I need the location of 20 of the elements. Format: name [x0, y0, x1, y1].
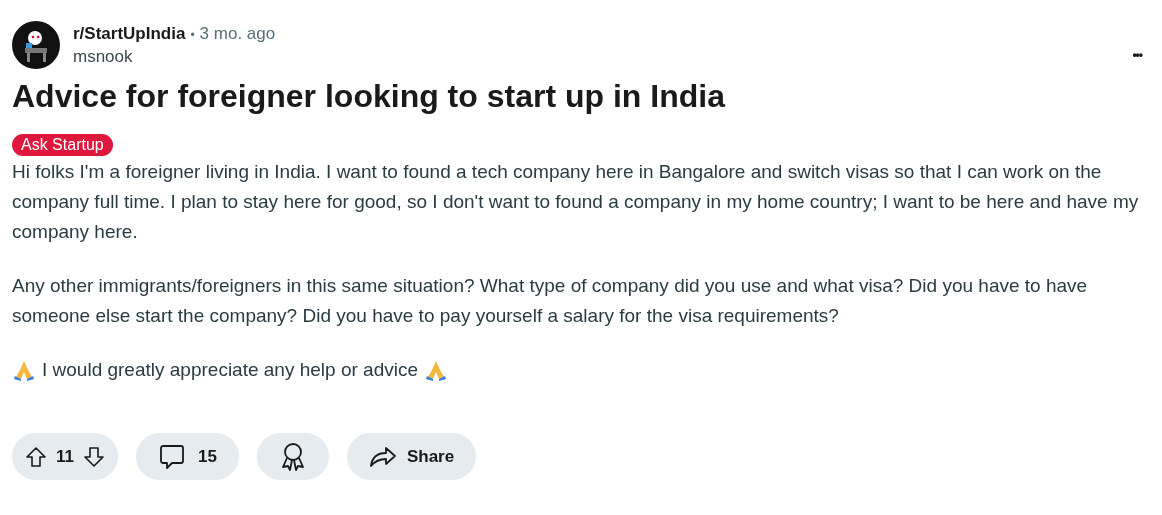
more-options-button[interactable]: •••: [1132, 46, 1142, 64]
author-link[interactable]: msnook: [73, 45, 133, 68]
subreddit-link[interactable]: r/StartUpIndia: [73, 22, 186, 45]
body-paragraph: I would greatly appreciate any help or advice: [42, 358, 418, 382]
award-button[interactable]: [256, 433, 329, 480]
avatar-icon[interactable]: [12, 21, 60, 69]
body-paragraph: Any other immigrants/foreigners in this same situation? What type of company did you use and what visa? Did you have to have someone else start the company? Did you have to pay yourself a salary for the visa requirements?: [12, 274, 1089, 328]
downvote-icon[interactable]: [82, 444, 106, 469]
body-paragraph: Hi folks I'm a foreigner living in India. I want to found a tech company here in Bangalore and switch visas so that I can work on the company full time. I plan to stay here for good, so I don't want to found a company in my home country; I want to be here and have my company here.: [12, 160, 1140, 244]
flair-tag[interactable]: Ask Startup: [12, 134, 113, 156]
share-arrow-icon: [368, 444, 397, 469]
post-title: Advice for foreigner looking to start up in India: [12, 77, 727, 116]
award-ribbon-icon: [279, 441, 306, 472]
comments-button[interactable]: 15: [136, 433, 239, 480]
upvote-icon[interactable]: [24, 444, 48, 469]
share-button[interactable]: Share: [346, 433, 477, 480]
post-age: 3 mo. ago: [199, 22, 276, 45]
speech-bubble-icon: [158, 442, 186, 471]
vote-count: 11: [56, 445, 74, 468]
separator-dot: •: [190, 26, 195, 44]
